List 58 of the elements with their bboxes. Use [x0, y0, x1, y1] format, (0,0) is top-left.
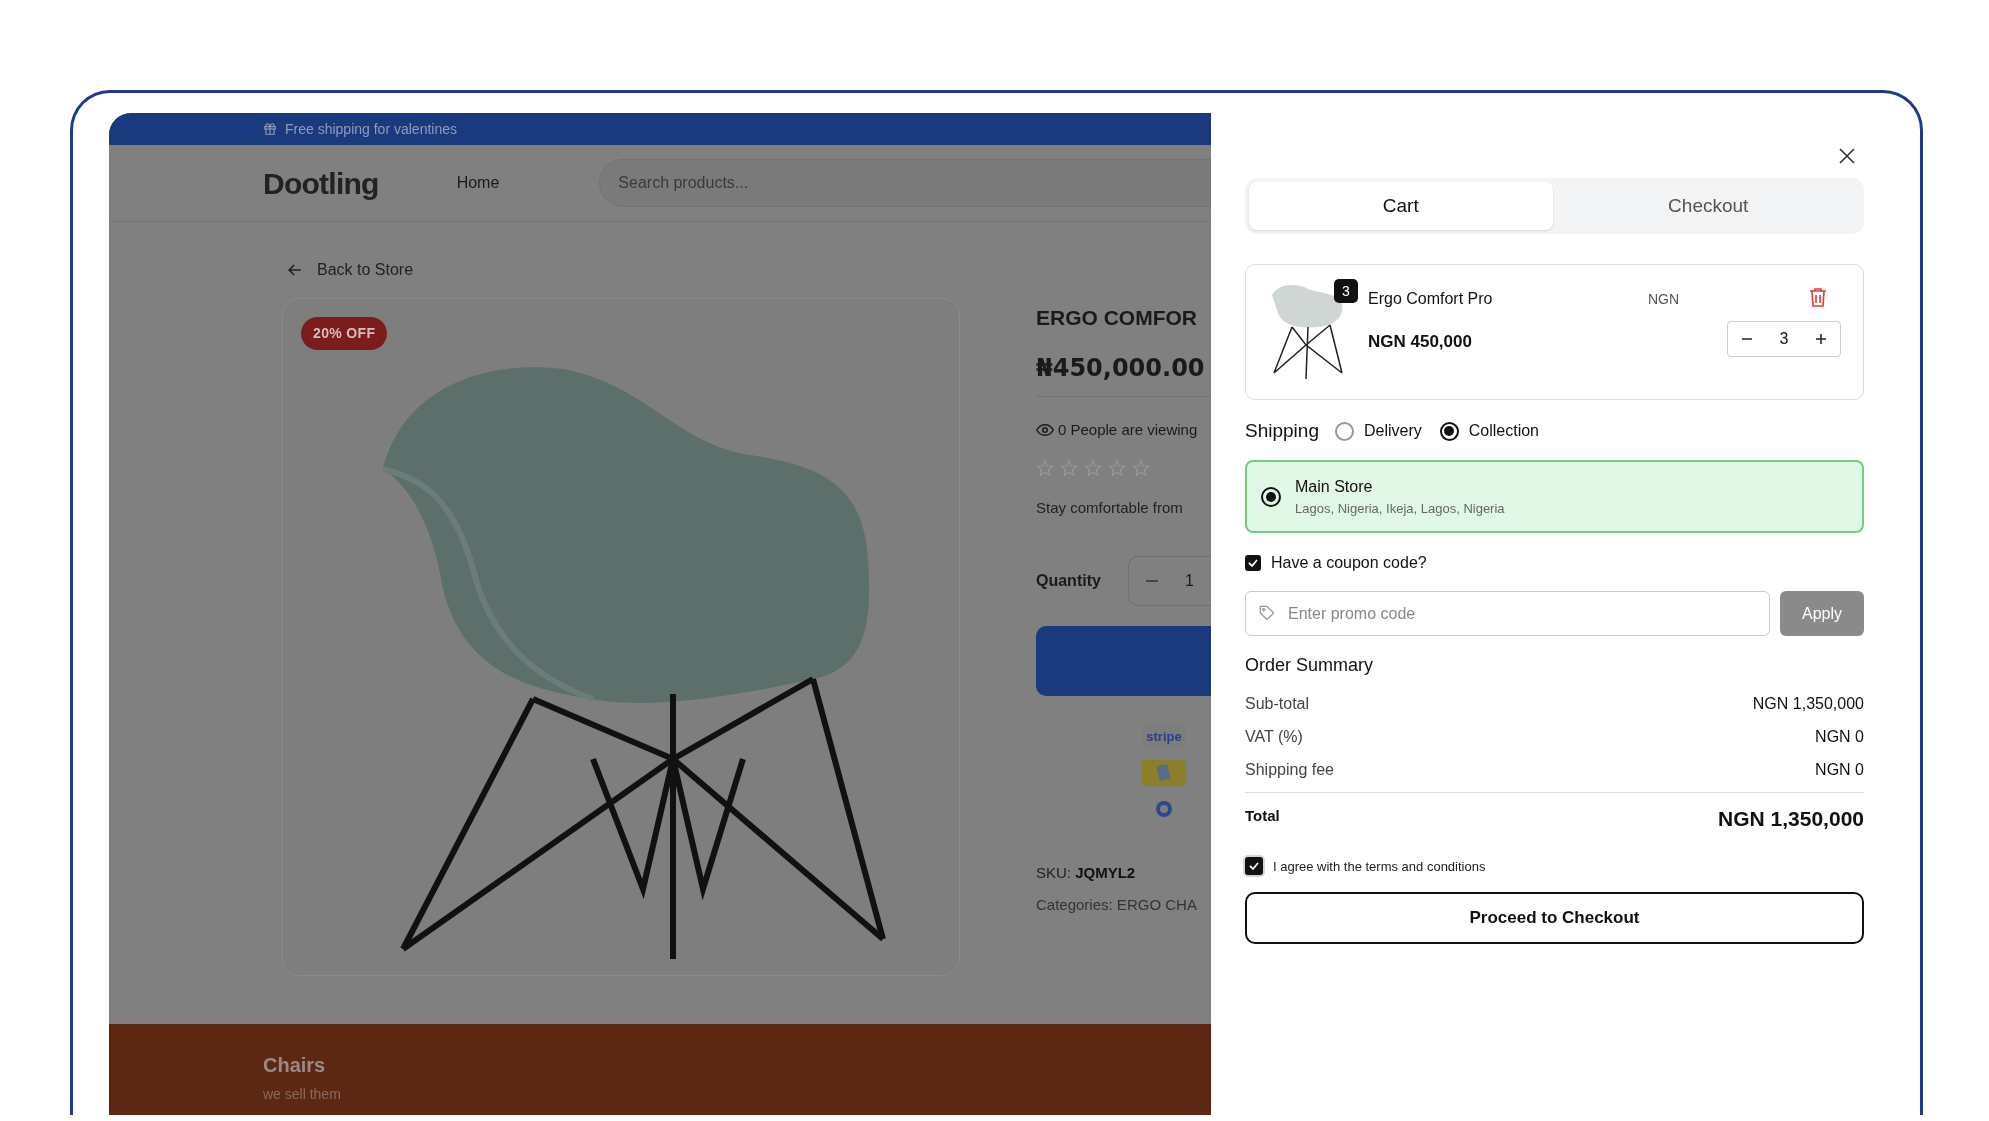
viewers-text: 0 People are viewing: [1058, 419, 1198, 440]
tab[interactable]: Cart: [1249, 182, 1553, 230]
currency-label: NGN: [1648, 290, 1681, 309]
checkbox-label[interactable]: Have a coupon code?: [1271, 551, 1427, 575]
search-field[interactable]: Search products...: [599, 159, 1211, 207]
checkbox[interactable]: [1245, 555, 1261, 571]
store-option[interactable]: Main Store Lagos, Nigeria, Ikeja, Lagos, Nigeria: [1245, 460, 1864, 533]
check-icon: [1247, 557, 1259, 569]
product-description: Stay comfortable from: [1036, 498, 1184, 518]
product-title: ERGO COMFOR: [1036, 305, 1197, 331]
radio-button[interactable]: [1261, 486, 1281, 507]
radio-button[interactable]: [1439, 421, 1459, 441]
summary-value: NGN 1,350,000: [1752, 693, 1864, 714]
discount-badge: 20% OFF: [301, 317, 388, 350]
tab[interactable]: Checkout: [1556, 182, 1860, 230]
plus-icon[interactable]: [1815, 333, 1827, 345]
star-icon: [1108, 459, 1126, 477]
footer-title: Chairs: [263, 1053, 327, 1078]
checkbox[interactable]: [1245, 857, 1263, 876]
store-address: Lagos, Nigeria, Ikeja, Lagos, Nigeria: [1295, 499, 1505, 518]
logo[interactable]: Dootling: [263, 160, 379, 206]
summary-label: VAT (%): [1245, 726, 1303, 747]
star-icon: [1084, 459, 1102, 477]
footer-subtitle: we sell them: [263, 1085, 342, 1104]
back-link[interactable]: Back to Store: [285, 256, 1211, 284]
gift-icon: [263, 122, 277, 136]
total-value: NGN 1,350,000: [1718, 806, 1864, 832]
radio-label[interactable]: Collection: [1468, 419, 1539, 443]
star-icon: [1132, 459, 1150, 477]
promo-code-field[interactable]: Enter promo code: [1245, 591, 1770, 636]
star-icon: [1036, 459, 1054, 477]
card-logo-icon: [1142, 759, 1186, 786]
checkbox-label[interactable]: I agree with the terms and conditions: [1273, 856, 1486, 876]
banner-text: Free shipping for valentines: [285, 119, 457, 139]
quantity-stepper[interactable]: 3: [1727, 321, 1841, 357]
radio-button[interactable]: [1334, 421, 1354, 441]
item-name: Ergo Comfort Pro: [1368, 289, 1494, 309]
section-title: Order Summary: [1245, 654, 1375, 677]
proceed-button[interactable]: Proceed to Checkout: [1245, 892, 1864, 944]
radio-label[interactable]: Delivery: [1363, 419, 1422, 443]
categories-text: Categories: ERGO CHA: [1036, 895, 1198, 915]
summary-label: Shipping fee: [1245, 759, 1334, 780]
sku-text: SKU: JQMYL2: [1036, 862, 1137, 883]
check-icon: [1248, 860, 1260, 873]
shipping-label: Shipping: [1245, 418, 1319, 443]
nav-link[interactable]: Home: [456, 171, 500, 195]
total-label: Total: [1245, 806, 1280, 826]
summary-value: NGN 0: [1815, 726, 1864, 747]
tag-icon: [1259, 605, 1275, 621]
summary-value: NGN 0: [1815, 759, 1864, 780]
item-price: NGN 450,000: [1368, 331, 1473, 353]
quantity-label: Quantity: [1036, 570, 1102, 591]
close-icon[interactable]: [1838, 147, 1856, 165]
store-name: Main Store: [1295, 476, 1374, 497]
summary-label: Sub-total: [1245, 693, 1310, 714]
trash-icon[interactable]: [1809, 287, 1827, 307]
quantity-badge: 3: [1334, 279, 1358, 303]
star-icon: [1060, 459, 1078, 477]
